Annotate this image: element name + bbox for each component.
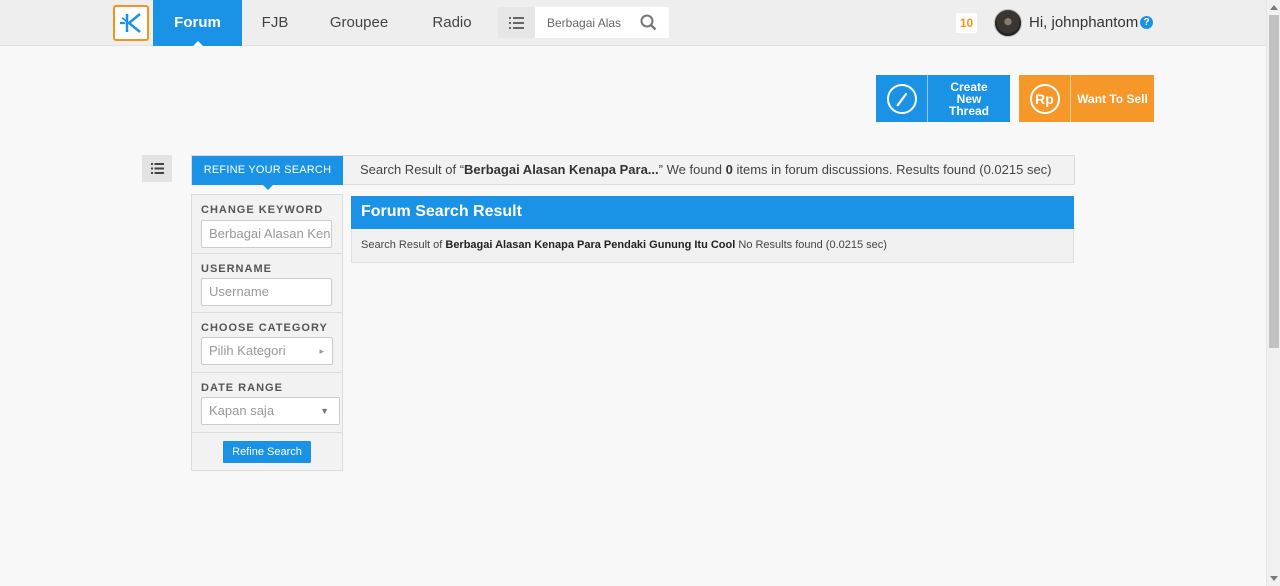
rupiah-icon: Rp <box>1029 83 1060 114</box>
create-thread-label: Create New Thread <box>948 79 989 118</box>
want-to-sell-label: Want To Sell <box>1077 91 1148 106</box>
forum-search-result-title: Forum Search Result <box>351 196 1074 229</box>
forum-search-result-message: Search Result of Berbagai Alasan Kenapa … <box>351 229 1074 263</box>
nav-radio[interactable]: Radio <box>422 0 482 46</box>
search-icon[interactable] <box>640 14 657 36</box>
category-select-value: Pilih Kategori <box>209 343 286 358</box>
date-range-section: DATE RANGE Kapan saja ▼ <box>192 373 342 433</box>
date-range-value: Kapan saja <box>209 403 275 418</box>
page-scrollbar[interactable] <box>1266 0 1280 586</box>
keyword-field[interactable]: Berbagai Alasan Kenapa Para Pendaki Gunu… <box>201 220 332 248</box>
search-bar <box>498 7 669 38</box>
refine-search-button[interactable]: Refine Search <box>223 441 311 463</box>
chevron-right-icon: ▸ <box>319 346 324 356</box>
username-label: USERNAME <box>201 263 272 275</box>
scroll-down-icon[interactable] <box>1270 576 1278 581</box>
search-filter-menu-icon[interactable] <box>498 7 535 38</box>
choose-category-label: CHOOSE CATEGORY <box>201 322 328 334</box>
refine-your-search-tab[interactable]: REFINE YOUR SEARCH <box>192 156 343 190</box>
scroll-thumb[interactable] <box>1269 15 1279 348</box>
top-navbar: Forum FJB Groupee Radio 10 Hi, johnphant… <box>0 0 1266 46</box>
create-new-thread-button[interactable]: Create New Thread <box>876 75 1010 122</box>
category-select[interactable]: Pilih Kategori ▸ <box>201 337 333 365</box>
scroll-up-icon[interactable] <box>1270 5 1278 10</box>
pencil-icon <box>886 83 917 114</box>
username-section: USERNAME Username <box>192 254 342 313</box>
nav-forum[interactable]: Forum <box>153 0 242 46</box>
search-input[interactable] <box>538 7 628 38</box>
username-field[interactable]: Username <box>201 278 332 306</box>
notification-badge[interactable]: 10 <box>956 13 977 33</box>
search-summary-bar: REFINE YOUR SEARCH Search Result of “Ber… <box>191 155 1075 190</box>
chevron-down-icon: ▼ <box>320 406 329 416</box>
user-greeting[interactable]: Hi, johnphantom <box>1029 14 1138 31</box>
refine-filter-panel: CHANGE KEYWORD Berbagai Alasan Kenapa Pa… <box>191 194 343 471</box>
kaskus-logo-icon[interactable] <box>113 5 149 41</box>
help-icon[interactable]: ? <box>1140 16 1153 29</box>
category-section: CHOOSE CATEGORY Pilih Kategori ▸ <box>192 313 342 373</box>
date-range-label: DATE RANGE <box>201 382 283 394</box>
search-summary-text: Search Result of “Berbagai Alasan Kenapa… <box>360 162 1052 177</box>
avatar[interactable] <box>994 9 1022 37</box>
nav-fjb[interactable]: FJB <box>250 0 300 46</box>
keyword-section: CHANGE KEYWORD Berbagai Alasan Kenapa Pa… <box>192 195 342 254</box>
sidebar-list-icon[interactable] <box>142 155 172 182</box>
nav-groupee[interactable]: Groupee <box>320 0 398 46</box>
want-to-sell-button[interactable]: Rp Want To Sell <box>1019 75 1154 122</box>
date-range-select[interactable]: Kapan saja ▼ <box>201 397 340 425</box>
change-keyword-label: CHANGE KEYWORD <box>201 204 324 216</box>
